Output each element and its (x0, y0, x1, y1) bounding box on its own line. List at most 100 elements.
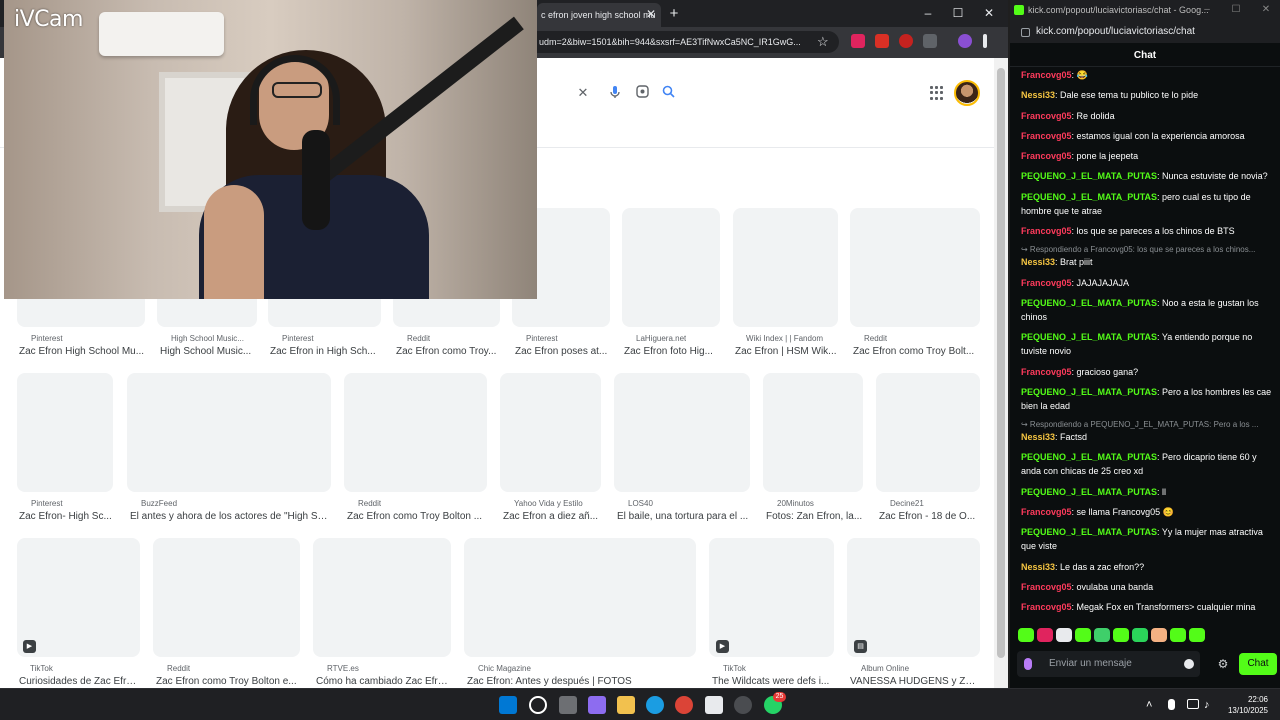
image-result[interactable] (847, 538, 980, 657)
image-result[interactable] (622, 208, 720, 327)
chat-username[interactable]: PEQUENO_J_EL_MATA_PUTAS (1021, 298, 1157, 308)
chat-message-input[interactable]: Enviar un mensaje (1017, 651, 1200, 677)
chat-username[interactable]: PEQUENO_J_EL_MATA_PUTAS (1021, 332, 1157, 342)
result-title[interactable]: El antes y ahora de los actores de "High… (130, 511, 330, 522)
search-icon[interactable] (529, 696, 547, 714)
record-icon[interactable] (899, 34, 913, 48)
result-title[interactable]: High School Music... (160, 346, 258, 357)
chat-username[interactable]: PEQUENO_J_EL_MATA_PUTAS (1021, 527, 1157, 537)
chat-username[interactable]: Francovg05 (1021, 151, 1072, 161)
file-explorer-icon[interactable] (617, 696, 635, 714)
voice-search-icon[interactable] (607, 85, 623, 101)
chat-mic-icon[interactable] (1024, 658, 1032, 670)
result-title[interactable]: Zac Efron como Troy Bolton ... (347, 511, 487, 522)
clear-search-icon[interactable]: ✕ (575, 85, 591, 101)
result-title[interactable]: El baile, una tortura para el ... (617, 511, 750, 522)
chat-username[interactable]: Nessi33 (1021, 90, 1055, 100)
extension-icon[interactable] (851, 34, 865, 48)
google-apps-icon[interactable] (930, 86, 944, 100)
new-tab-button[interactable]: + (666, 3, 682, 25)
tab-close-icon[interactable]: ✕ (644, 3, 658, 25)
maximize-button[interactable]: ☐ (1226, 3, 1246, 17)
image-result[interactable] (17, 373, 113, 492)
site-info-icon[interactable] (1021, 28, 1030, 37)
result-title[interactable]: Zac Efron- High Sc... (19, 511, 113, 522)
chat-username[interactable]: Nessi33 (1021, 562, 1055, 572)
image-result[interactable] (344, 373, 487, 492)
chat-username[interactable]: Francovg05 (1021, 226, 1072, 236)
image-result[interactable] (876, 373, 980, 492)
address-bar[interactable]: udm=2&biw=1501&bih=944&sxsrf=AE3TifNwxCa… (537, 31, 839, 53)
store-icon[interactable] (705, 696, 723, 714)
profile-icon[interactable] (958, 34, 972, 48)
chat-username[interactable]: PEQUENO_J_EL_MATA_PUTAS (1021, 171, 1157, 181)
image-result[interactable] (127, 373, 331, 492)
chat-username[interactable]: PEQUENO_J_EL_MATA_PUTAS (1021, 192, 1157, 202)
result-title[interactable]: Zac Efron foto Hig... (624, 346, 720, 357)
tray-overflow-icon[interactable]: ˄ (1146, 699, 1152, 711)
scrollbar-thumb[interactable] (997, 68, 1005, 658)
chat-username[interactable]: Francovg05 (1021, 507, 1072, 517)
clock-date[interactable]: 13/10/2025 (1222, 706, 1268, 715)
chat-username[interactable]: Francovg05 (1021, 131, 1072, 141)
app-icon[interactable] (734, 696, 752, 714)
emote-bar[interactable] (1018, 628, 1218, 644)
result-title[interactable]: Curiosidades de Zac Efro... (19, 676, 140, 687)
tray-mic-icon[interactable] (1168, 699, 1175, 710)
image-result[interactable] (763, 373, 863, 492)
extensions-puzzle-icon[interactable] (923, 34, 937, 48)
result-title[interactable]: Zac Efron como Troy Bolt... (853, 346, 981, 357)
page-scrollbar[interactable] (994, 58, 1008, 688)
result-title[interactable]: Cómo ha cambiado Zac Efro... (316, 676, 451, 687)
image-result[interactable] (850, 208, 980, 327)
chat-username[interactable]: Nessi33 (1021, 432, 1055, 442)
minimize-button[interactable]: – (915, 3, 941, 23)
chat-username[interactable]: Francovg05 (1021, 582, 1072, 592)
lens-icon[interactable] (634, 85, 650, 101)
copilot-icon[interactable] (588, 696, 606, 714)
chat-username[interactable]: PEQUENO_J_EL_MATA_PUTAS (1021, 387, 1157, 397)
edge-icon[interactable] (646, 696, 664, 714)
chrome-icon[interactable] (675, 696, 693, 714)
search-icon[interactable] (660, 85, 676, 101)
chat-settings-icon[interactable]: ⚙ (1215, 654, 1231, 674)
extension-icon[interactable] (875, 34, 889, 48)
result-title[interactable]: Zac Efron como Troy... (396, 346, 500, 357)
send-chat-button[interactable]: Chat (1239, 653, 1277, 675)
chat-username[interactable]: Francovg05 (1021, 367, 1072, 377)
result-title[interactable]: Zac Efron in High Sch... (270, 346, 380, 357)
browser-tab-active[interactable]: c efron joven high school mu (537, 3, 661, 27)
image-result[interactable] (614, 373, 750, 492)
kick-url-bar[interactable]: kick.com/popout/luciavictoriasc/chat (1010, 21, 1280, 43)
clock-time[interactable]: 22:06 (1222, 695, 1268, 704)
result-title[interactable]: Zac Efron a diez añ... (503, 511, 601, 522)
result-title[interactable]: Zac Efron High School Mu... (19, 346, 145, 357)
image-result[interactable] (153, 538, 300, 657)
volume-icon[interactable]: ♪ (1204, 699, 1210, 711)
chat-username[interactable]: PEQUENO_J_EL_MATA_PUTAS (1021, 452, 1157, 462)
task-view-icon[interactable] (559, 696, 577, 714)
image-result[interactable] (313, 538, 451, 657)
bookmark-star-icon[interactable]: ☆ (817, 34, 829, 50)
result-title[interactable]: VANESSA HUDGENS y ZA... (850, 676, 980, 687)
chat-username[interactable]: Francovg05 (1021, 70, 1072, 80)
minimize-button[interactable]: – (1197, 3, 1217, 17)
image-result[interactable] (17, 538, 140, 657)
start-button-icon[interactable] (499, 696, 517, 714)
close-window-button[interactable]: ✕ (976, 3, 1002, 23)
result-title[interactable]: The Wildcats were defs i... (712, 676, 834, 687)
chat-message-list[interactable]: Francovg05: 😂 Nessi33: Dale ese tema tu p… (1021, 68, 1273, 620)
maximize-button[interactable]: ☐ (945, 3, 971, 23)
chat-username[interactable]: Francovg05 (1021, 602, 1072, 612)
image-result[interactable] (500, 373, 601, 492)
chat-username[interactable]: PEQUENO_J_EL_MATA_PUTAS (1021, 487, 1157, 497)
result-title[interactable]: Zac Efron - 18 de O... (879, 511, 980, 522)
result-title[interactable]: Zac Efron: Antes y después | FOTOS (467, 676, 696, 687)
result-title[interactable]: Zac Efron poses at... (515, 346, 611, 357)
network-icon[interactable] (1187, 699, 1199, 709)
image-result[interactable] (464, 538, 696, 657)
chat-username[interactable]: Francovg05 (1021, 278, 1072, 288)
chrome-menu-icon[interactable] (983, 34, 987, 48)
close-window-button[interactable]: ✕ (1256, 3, 1276, 17)
result-title[interactable]: Zac Efron | HSM Wik... (735, 346, 839, 357)
